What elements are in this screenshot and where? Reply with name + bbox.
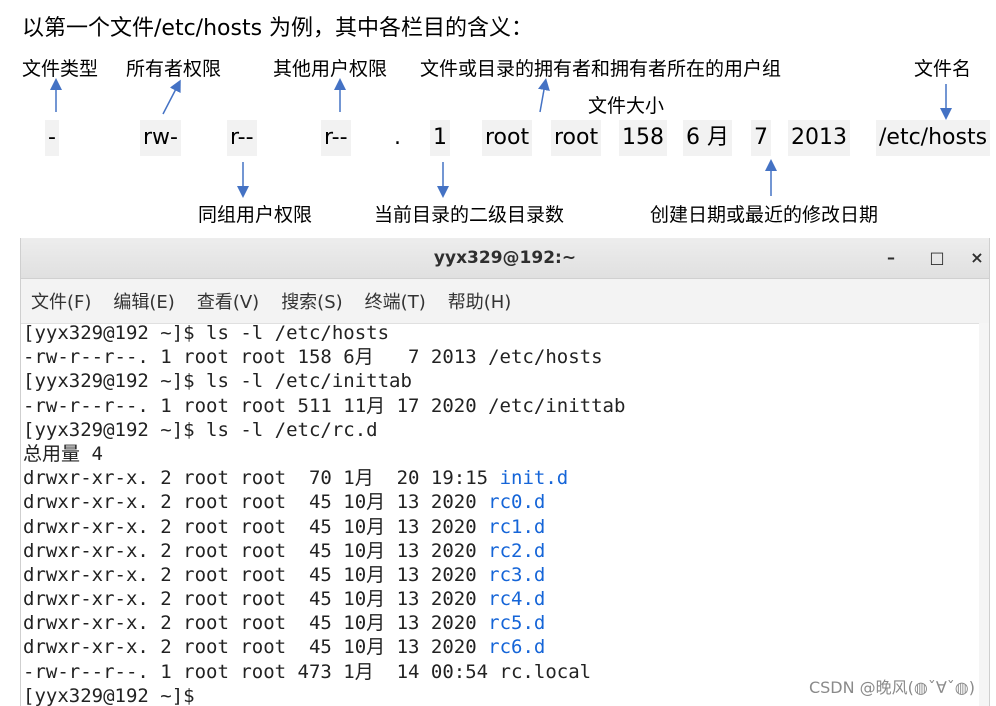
maximize-button[interactable]: □ [925,246,949,270]
close-button[interactable]: × [965,246,989,270]
terminal-line-text: -rw-r--r--. 1 root root 473 1月 14 00:54 … [23,660,592,683]
terminal-menubar: 文件(F) 编辑(E) 查看(V) 搜索(S) 终端(T) 帮助(H) [21,279,989,324]
terminal-line: -rw-r--r--. 1 root root 511 11月 17 2020 … [23,394,989,418]
terminal-dir-entry: rc0.d [488,491,546,514]
terminal-line-text: -rw-r--r--. 1 root root 511 11月 17 2020 … [23,394,626,417]
terminal-title: yyx329@192:~ [433,248,577,268]
terminal-scrollbar[interactable] [979,323,989,706]
terminal-line: -rw-r--r--. 1 root root 158 6月 7 2013 /e… [23,345,989,369]
menu-help[interactable]: 帮助(H) [448,286,512,316]
menu-terminal[interactable]: 终端(T) [365,286,426,316]
terminal-line-text: drwxr-xr-x. 2 root root 45 10月 13 2020 [23,636,489,659]
watermark: CSDN @晚风(◍ˇ∀ˇ◍) [808,678,975,697]
terminal-line: drwxr-xr-x. 2 root root 45 10月 13 2020 r… [23,490,989,514]
terminal-line-text: 总用量 4 [23,442,103,465]
terminal-line-text: drwxr-xr-x. 2 root root 45 10月 13 2020 [23,491,489,514]
terminal-line-text: drwxr-xr-x. 2 root root 45 10月 13 2020 [23,563,489,586]
terminal-line-text: -rw-r--r--. 1 root root 158 6月 7 2013 /e… [23,346,603,369]
terminal-line-text: [yyx329@192 ~]$ ls -l /etc/hosts [23,322,390,344]
terminal-line-text: drwxr-xr-x. 2 root root 45 10月 13 2020 [23,588,489,611]
terminal-dir-entry: rc2.d [488,539,546,562]
minimize-button[interactable]: – [879,246,903,270]
terminal-line-text: drwxr-xr-x. 2 root root 45 10月 13 2020 [23,515,489,538]
terminal-dir-entry: rc1.d [488,515,546,538]
terminal-line: drwxr-xr-x. 2 root root 45 10月 13 2020 r… [23,539,989,563]
terminal-line: [yyx329@192 ~]$ ls -l /etc/rc.d [23,418,989,442]
terminal-output[interactable]: [yyx329@192 ~]$ ls -l /etc/hosts -rw-r--r… [21,321,989,706]
terminal-dir-entry: rc4.d [488,588,546,611]
terminal-dir-entry: rc6.d [488,636,546,659]
terminal-line: [yyx329@192 ~]$ ls -l /etc/hosts [23,321,989,345]
arrow-owner-and-group [538,78,550,113]
menu-file[interactable]: 文件(F) [31,286,91,316]
terminal-dir-entry: rc3.d [488,563,546,586]
terminal-line-text: drwxr-xr-x. 2 root root 70 1月 20 19:15 [23,467,500,490]
menu-search[interactable]: 搜索(S) [281,286,342,316]
terminal-titlebar[interactable]: yyx329@192:~ – □ × [21,238,989,279]
arrow-owner-permission [162,79,181,115]
terminal-line-text: drwxr-xr-x. 2 root root 45 10月 13 2020 [23,612,489,635]
terminal-window: yyx329@192:~ – □ × 文件(F) 编辑(E) 查看(V) 搜索(… [20,238,990,706]
menu-edit[interactable]: 编辑(E) [113,286,174,316]
annotation-arrows [50,78,952,198]
terminal-line: drwxr-xr-x. 2 root root 45 10月 13 2020 r… [23,563,989,587]
terminal-line: [yyx329@192 ~]$ ls -l /etc/inittab [23,369,989,393]
terminal-line: drwxr-xr-x. 2 root root 70 1月 20 19:15 i… [23,466,989,490]
terminal-line: drwxr-xr-x. 2 root root 45 10月 13 2020 r… [23,611,989,635]
terminal-dir-entry: rc5.d [488,612,546,635]
terminal-line-text: drwxr-xr-x. 2 root root 45 10月 13 2020 [23,539,489,562]
terminal-dir-entry: init.d [499,467,569,490]
terminal-line: 总用量 4 [23,442,989,466]
terminal-line-text: [yyx329@192 ~]$ [23,684,207,706]
terminal-line: drwxr-xr-x. 2 root root 45 10月 13 2020 r… [23,635,989,659]
terminal-line: drwxr-xr-x. 2 root root 45 10月 13 2020 r… [23,515,989,539]
terminal-line-text: [yyx329@192 ~]$ ls -l /etc/inittab [23,370,412,393]
terminal-line-text: [yyx329@192 ~]$ ls -l /etc/rc.d [23,418,378,441]
terminal-line: drwxr-xr-x. 2 root root 45 10月 13 2020 r… [23,587,989,611]
menu-view[interactable]: 查看(V) [197,286,259,316]
